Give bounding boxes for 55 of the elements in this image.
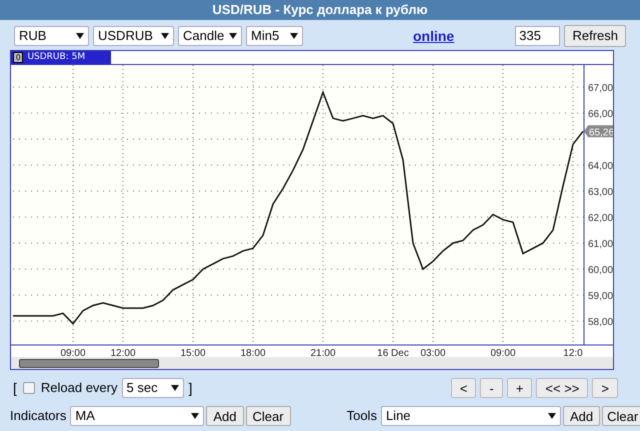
nav-button[interactable]: - [480, 378, 503, 398]
scrollbar-thumb[interactable] [19, 358, 159, 368]
bracket: [ [13, 378, 17, 398]
y-axis-label: 67,00 [588, 83, 613, 94]
bracket: ] [188, 378, 192, 398]
y-axis-label: 63,00 [588, 187, 613, 198]
x-axis-label: 12:0 [563, 348, 583, 357]
dropdown[interactable]: RUB [14, 26, 89, 46]
y-axis-label: 66,00 [588, 109, 613, 120]
clear-button[interactable]: Clear [246, 406, 291, 426]
nav-button[interactable]: < [450, 378, 476, 398]
y-axis-label: 64,00 [588, 161, 613, 172]
y-axis-label: 58,00 [588, 317, 613, 328]
add-button[interactable]: Add [206, 406, 244, 426]
tools-label: Tools [346, 407, 377, 426]
x-axis-label: 16 Dec [377, 348, 409, 357]
dropdown[interactable]: MA [70, 406, 204, 426]
count-field[interactable]: 335 [515, 26, 560, 46]
caret-icon [229, 33, 237, 39]
caret-icon [161, 33, 169, 39]
nav-button[interactable]: << >> [536, 378, 588, 398]
online-link[interactable]: online [413, 26, 454, 46]
x-axis-label: 15:00 [180, 348, 206, 357]
refresh-button[interactable]: Refresh [564, 25, 626, 47]
reload-checkbox[interactable] [22, 382, 35, 394]
x-axis-label: 09:00 [60, 348, 86, 357]
indicators-label: Indicators [10, 407, 66, 426]
y-axis-label: 60,00 [588, 265, 613, 276]
nav-button[interactable]: > [592, 378, 618, 398]
x-axis-label: 03:00 [420, 348, 446, 357]
add-button[interactable]: Add [562, 406, 600, 426]
caret-icon [548, 413, 556, 419]
reload-label: Reload every [40, 379, 118, 398]
dropdown[interactable]: Min5 [246, 26, 303, 46]
y-axis-label: 62,00 [588, 213, 613, 224]
y-axis-label: 61,00 [588, 239, 613, 250]
caret-icon [76, 33, 84, 39]
caret-icon [170, 385, 178, 391]
x-axis-label: 12:00 [110, 348, 136, 357]
scrollbar[interactable] [11, 357, 613, 369]
dropdown[interactable]: USDRUB [93, 26, 174, 46]
dropdown[interactable]: Candle [178, 26, 242, 46]
chart-header: USDRUB: 5M [27, 50, 86, 64]
caret-icon [191, 413, 200, 419]
nav-button[interactable]: + [506, 378, 532, 398]
x-axis-label: 21:00 [310, 348, 336, 357]
x-axis-label: 09:00 [490, 348, 516, 357]
x-axis-label: 18:00 [240, 348, 266, 357]
y-axis-label: 59,00 [588, 291, 613, 302]
chart-badge[interactable]: 0 [13, 52, 24, 63]
dropdown[interactable]: Line [380, 406, 561, 426]
clear-button[interactable]: Clear [602, 406, 640, 426]
caret-icon [290, 33, 298, 39]
window-title: USD/RUB - Курс доллара к рублю [212, 1, 428, 20]
dropdown[interactable]: 5 sec [122, 378, 184, 398]
